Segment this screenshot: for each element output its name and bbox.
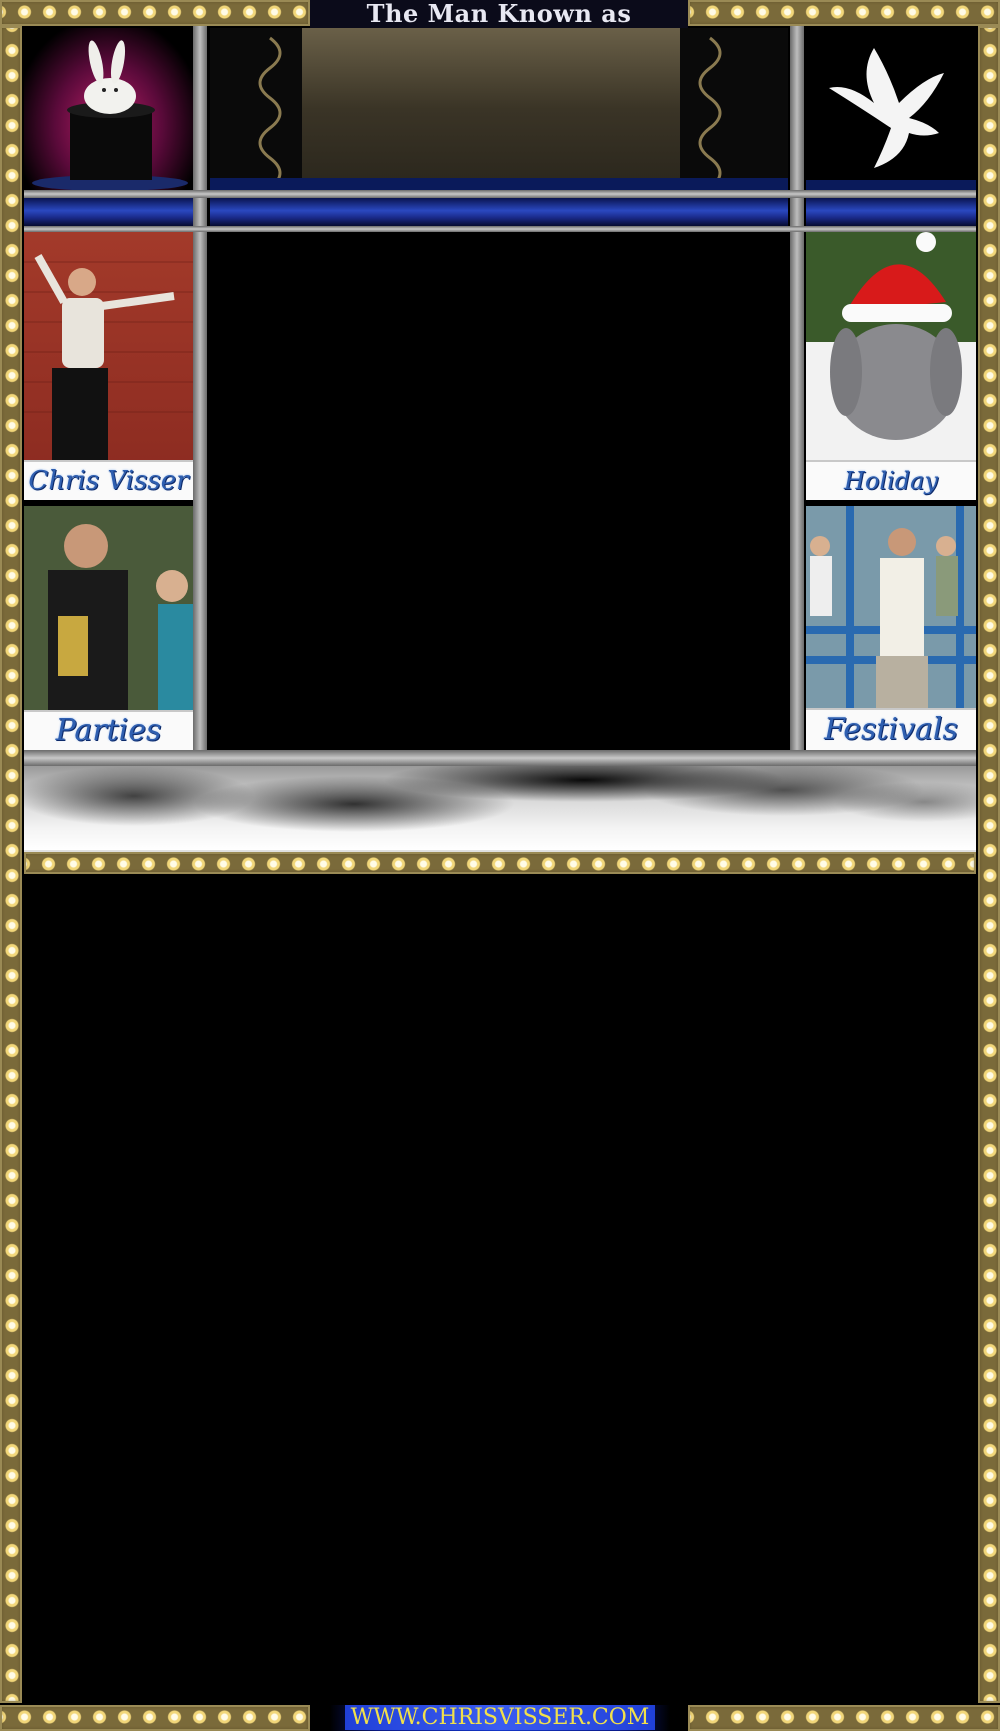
marquee-lights-right bbox=[978, 26, 1000, 1703]
page-title: The Man Known as VISSER bbox=[310, 0, 688, 56]
marquee-lights-top-left bbox=[0, 0, 310, 26]
chris-visser-label: Chris Visser bbox=[24, 460, 193, 500]
festivals-label: Festivals bbox=[806, 708, 976, 750]
marquee-lights-bottom-right bbox=[688, 1705, 1000, 1731]
nav-band-center bbox=[210, 198, 788, 226]
marquee-lights-bottom-left bbox=[0, 1705, 310, 1731]
ornate-banner-icon bbox=[210, 28, 788, 190]
nav-band-left bbox=[24, 198, 193, 226]
marquee-lights-divider bbox=[24, 852, 976, 874]
divider-upper bbox=[24, 190, 976, 198]
dove-icon bbox=[806, 28, 976, 190]
parties-label: Parties bbox=[24, 710, 193, 750]
smoke-divider-image bbox=[24, 766, 976, 852]
holiday-magic-label: Holiday Magic bbox=[806, 460, 976, 500]
marquee-lights-top-right bbox=[688, 0, 1000, 26]
footer-url-text: WWW.CHRISVISSER.COM bbox=[344, 1705, 656, 1730]
festivals-tile[interactable]: Festivals bbox=[806, 506, 976, 750]
parties-tile[interactable]: Parties bbox=[24, 506, 193, 750]
holiday-magic-tile[interactable]: Holiday Magic bbox=[806, 232, 976, 500]
main-content-area bbox=[210, 232, 788, 750]
divider-right bbox=[790, 26, 804, 766]
nav-band-right bbox=[806, 198, 976, 226]
footer-url-link[interactable]: WWW.CHRISVISSER.COM bbox=[330, 1705, 670, 1731]
marquee-lights-left bbox=[0, 26, 22, 1703]
chris-visser-tile[interactable]: Chris Visser bbox=[24, 232, 193, 500]
divider-left bbox=[193, 26, 207, 766]
rabbit-in-hat-icon bbox=[24, 28, 193, 190]
page-content-area bbox=[24, 876, 976, 1703]
divider-bottom bbox=[24, 750, 976, 766]
